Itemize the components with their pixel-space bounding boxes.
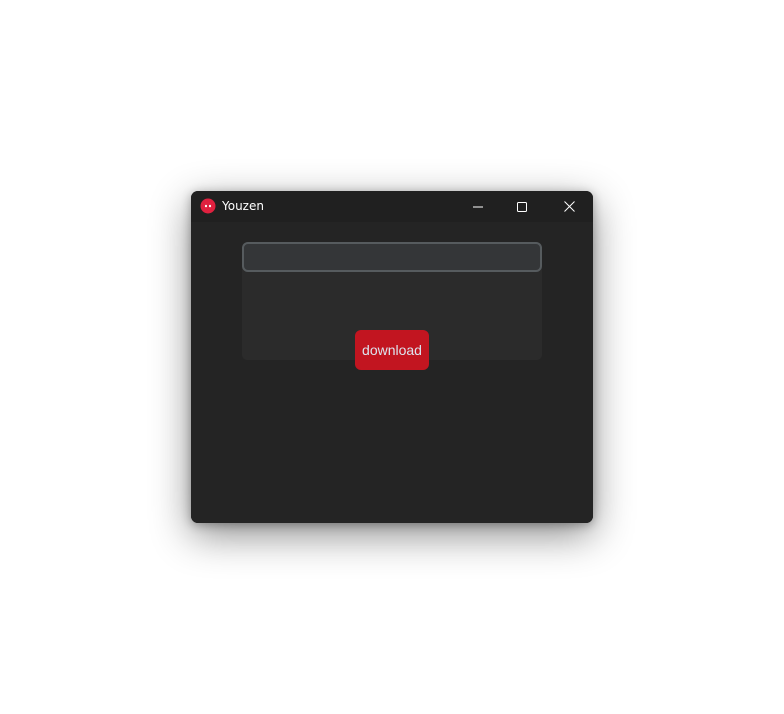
maximize-button[interactable] [499, 191, 545, 222]
minimize-icon [473, 206, 483, 207]
close-icon [563, 201, 575, 212]
window-title: Youzen [222, 199, 264, 213]
window-content: download [191, 222, 593, 523]
minimize-button[interactable] [455, 191, 501, 222]
title-bar[interactable]: Youzen [191, 191, 593, 222]
ghost-app-icon [200, 198, 216, 214]
download-button[interactable]: download [355, 330, 429, 370]
download-panel: download [242, 242, 542, 370]
close-button[interactable] [546, 191, 592, 222]
maximize-icon [517, 201, 527, 212]
app-window: Youzen download [191, 191, 593, 523]
url-input[interactable] [242, 242, 542, 272]
